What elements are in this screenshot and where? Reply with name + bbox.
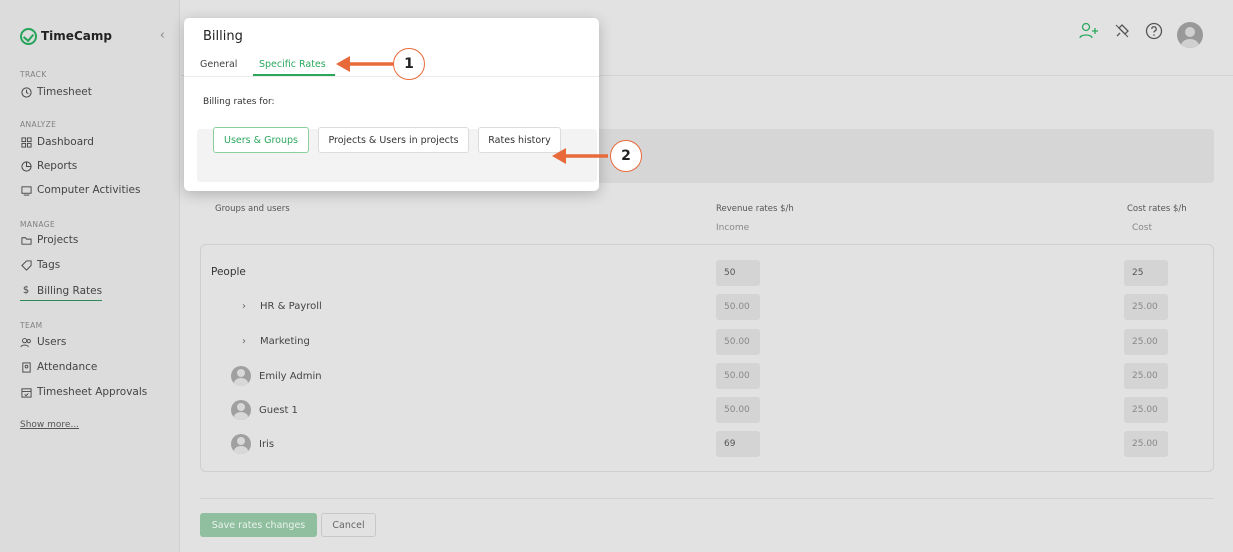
rates-table — [200, 244, 1214, 472]
row-label: Iris — [259, 438, 275, 450]
sidebar-item-computer-activities[interactable]: Computer Activities — [20, 181, 140, 199]
timecamp-logo-icon — [20, 27, 37, 45]
cancel-button[interactable]: Cancel — [321, 513, 376, 537]
revenue-rate-input[interactable]: 50.00 — [716, 397, 760, 423]
users-groups-button[interactable]: Users & Groups — [213, 127, 309, 153]
avatar — [231, 366, 251, 386]
billing-rates-for-label: Billing rates for: — [203, 97, 275, 107]
sidebar-item-label: Timesheet — [37, 86, 92, 98]
sidebar-item-projects[interactable]: Projects — [20, 231, 78, 249]
row-label: Guest 1 — [259, 404, 298, 416]
modal-divider — [184, 76, 599, 77]
sidebar-item-reports[interactable]: Reports — [20, 157, 77, 175]
monitor-icon — [20, 184, 32, 196]
table-row-emily-admin: Emily Admin — [231, 366, 322, 386]
row-label: HR & Payroll — [260, 300, 322, 312]
annotation-arrow-1 — [336, 56, 394, 72]
annotation-marker-2: 2 — [610, 140, 642, 172]
sidebar-item-timesheet-approvals[interactable]: Timesheet Approvals — [20, 383, 147, 401]
revenue-rate-input[interactable]: 50 — [716, 260, 760, 286]
attendance-icon — [20, 361, 32, 373]
section-label-analyze: ANALYZE — [20, 120, 57, 129]
column-header-groups: Groups and users — [215, 204, 290, 214]
sidebar-item-label: Timesheet Approvals — [37, 386, 148, 398]
billing-modal: Billing General Specific Rates Billing r… — [184, 18, 599, 191]
logo-text: TimeCamp — [41, 29, 112, 43]
table-row-guest-1: Guest 1 — [231, 400, 298, 420]
chevron-right-icon[interactable]: › — [242, 301, 246, 312]
table-row-marketing[interactable]: › Marketing — [242, 331, 310, 351]
sidebar-item-label: Tags — [37, 259, 61, 271]
help-icon[interactable] — [1145, 22, 1163, 48]
revenue-rate-input[interactable]: 50.00 — [716, 363, 760, 389]
dollar-icon: $ — [22, 285, 30, 296]
sidebar-item-dashboard[interactable]: Dashboard — [20, 133, 94, 151]
cost-rate-input[interactable]: 25.00 — [1124, 363, 1168, 389]
plug-icon[interactable] — [1113, 22, 1131, 48]
cost-rate-input[interactable]: 25.00 — [1124, 431, 1168, 457]
row-label: Marketing — [260, 335, 310, 347]
sidebar-item-tags[interactable]: Tags — [20, 256, 60, 274]
sidebar-item-attendance[interactable]: Attendance — [20, 358, 97, 376]
revenue-rate-input[interactable]: 69 — [716, 431, 760, 457]
sidebar: TimeCamp ‹ TRACK Timesheet ANALYZE Dashb… — [0, 0, 180, 552]
sidebar-item-label: Dashboard — [37, 136, 94, 148]
section-label-track: TRACK — [20, 70, 47, 79]
calendar-check-icon — [20, 386, 32, 398]
cost-rate-input[interactable]: 25.00 — [1124, 329, 1168, 355]
tab-specific-rates[interactable]: Specific Rates — [259, 59, 326, 70]
save-rates-button[interactable]: Save rates changes — [200, 513, 317, 537]
column-subheader-income: Income — [716, 223, 750, 233]
section-label-manage: MANAGE — [20, 220, 56, 229]
table-row-label-people: People — [211, 266, 246, 278]
add-user-icon[interactable] — [1079, 22, 1099, 48]
table-row-hr-payroll[interactable]: › HR & Payroll — [242, 296, 322, 316]
projects-users-button[interactable]: Projects & Users in projects — [318, 127, 469, 153]
sidebar-item-label: Users — [37, 336, 67, 348]
divider — [200, 498, 1214, 499]
avatar — [231, 434, 251, 454]
sidebar-item-label: Billing Rates — [37, 284, 103, 297]
grid-icon — [20, 136, 32, 148]
sidebar-item-users[interactable]: Users — [20, 333, 66, 351]
modal-title: Billing — [203, 29, 243, 44]
sidebar-item-label: Reports — [37, 160, 78, 172]
logo[interactable]: TimeCamp ‹ — [20, 26, 165, 46]
user-avatar[interactable] — [1177, 22, 1203, 48]
avatar — [231, 400, 251, 420]
cost-rate-input[interactable]: 25.00 — [1124, 294, 1168, 320]
annotation-marker-1: 1 — [393, 48, 425, 80]
revenue-rate-input[interactable]: 50.00 — [716, 294, 760, 320]
cost-rate-input[interactable]: 25 — [1124, 260, 1168, 286]
sidebar-item-billing-rates[interactable]: $ Billing Rates — [20, 283, 103, 301]
chevron-right-icon[interactable]: › — [242, 336, 246, 347]
column-header-revenue: Revenue rates $/h — [716, 204, 794, 214]
cost-rate-input[interactable]: 25.00 — [1124, 397, 1168, 423]
clock-icon — [20, 86, 32, 98]
chevron-left-icon[interactable]: ‹ — [160, 26, 165, 46]
table-row-iris: Iris — [231, 434, 274, 454]
row-label: Emily Admin — [259, 370, 322, 382]
folder-icon — [20, 234, 32, 246]
sidebar-item-label: Computer Activities — [37, 184, 141, 196]
users-icon — [20, 336, 32, 348]
tag-icon — [20, 259, 32, 271]
tab-general[interactable]: General — [200, 59, 237, 70]
sidebar-item-label: Projects — [37, 234, 79, 246]
revenue-rate-input[interactable]: 50.00 — [716, 329, 760, 355]
show-more-link[interactable]: Show more... — [20, 420, 79, 430]
column-subheader-cost: Cost — [1132, 223, 1153, 233]
sidebar-item-timesheet[interactable]: Timesheet — [20, 83, 92, 101]
rates-history-button[interactable]: Rates history — [478, 127, 561, 153]
section-label-team: TEAM — [20, 321, 43, 330]
column-header-cost: Cost rates $/h — [1127, 204, 1187, 214]
annotation-arrow-2 — [552, 148, 608, 164]
sidebar-item-label: Attendance — [37, 361, 98, 373]
chart-icon — [20, 160, 32, 172]
